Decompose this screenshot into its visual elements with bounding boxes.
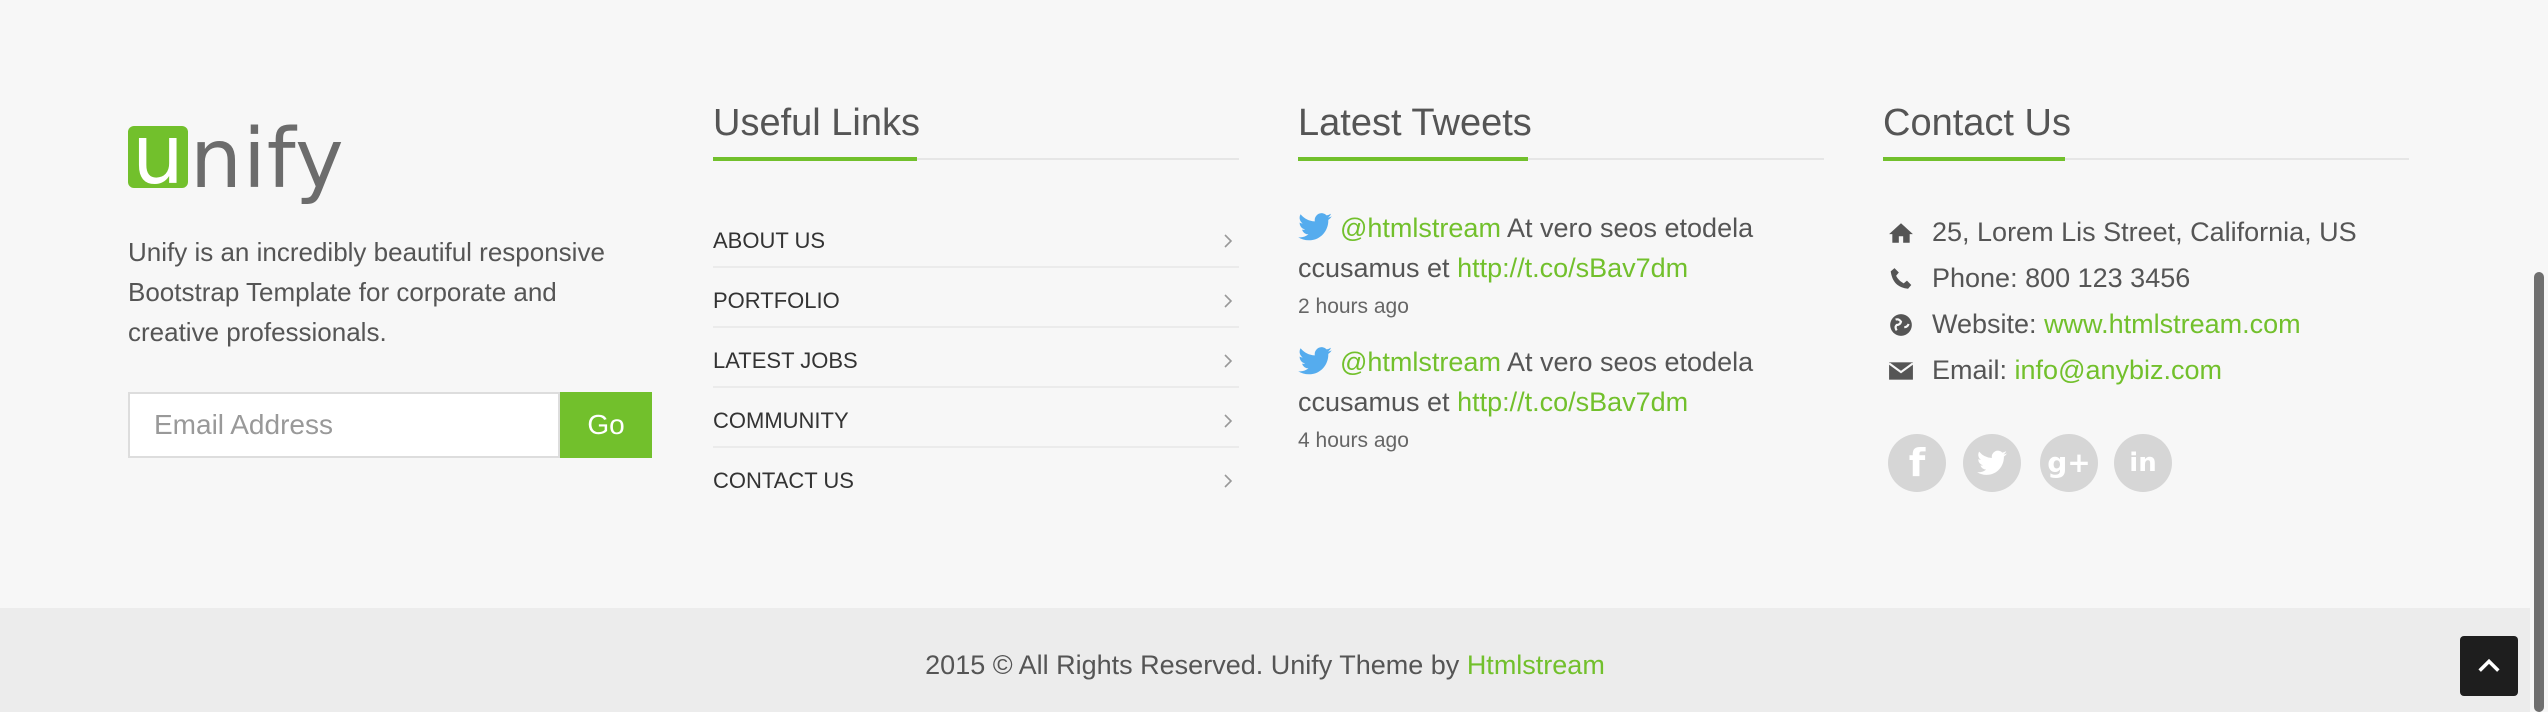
email-label: Email: [1932, 355, 2015, 385]
useful-link-latest-jobs[interactable]: LATEST JOBS [713, 328, 1239, 388]
link-label: CONTACT US [713, 468, 854, 493]
contact-address-text: 25, Lorem Lis Street, California, US [1932, 217, 2357, 247]
contact-email-line: Email: info@anybiz.com [1932, 350, 2222, 390]
latest-tweets-heading: Latest Tweets [1298, 102, 1532, 144]
chevron-up-icon [2478, 658, 2500, 672]
twitter-icon [1298, 347, 1332, 375]
link-label: ABOUT US [713, 228, 826, 253]
facebook-icon: f [1908, 441, 1926, 485]
chevron-right-icon [1224, 294, 1233, 308]
link-label: COMMUNITY [713, 408, 849, 433]
useful-links-heading: Useful Links [713, 102, 920, 144]
chevron-right-icon [1224, 414, 1233, 428]
tweet-url-link[interactable]: http://t.co/sBav7dm [1457, 253, 1688, 283]
link-label: PORTFOLIO [713, 288, 840, 313]
twitter-button[interactable] [1963, 434, 2021, 492]
twitter-icon [1298, 213, 1332, 241]
chevron-right-icon [1224, 354, 1233, 368]
contact-phone-text: Phone: 800 123 3456 [1932, 263, 2191, 293]
useful-link-contact-us[interactable]: CONTACT US [713, 448, 1239, 508]
latest-tweets-accent [1298, 157, 1528, 161]
newsletter-go-button[interactable]: Go [560, 392, 652, 458]
about-text: Unify is an incredibly beautiful respons… [128, 237, 605, 347]
newsletter-email-input[interactable] [128, 392, 560, 458]
globe-icon [1890, 314, 1912, 336]
phone-icon [1890, 268, 1912, 289]
unify-logo[interactable]: u nify [128, 112, 345, 207]
email-link[interactable]: info@anybiz.com [2015, 355, 2223, 385]
linkedin-icon: in [2129, 448, 2157, 478]
chevron-right-icon [1224, 474, 1233, 488]
logo-mark: u [128, 115, 188, 197]
htmlstream-link[interactable]: Htmlstream [1467, 650, 1605, 680]
useful-link-portfolio[interactable]: PORTFOLIO [713, 268, 1239, 328]
tweet-time: 4 hours ago [1298, 429, 1409, 452]
tweet-item: @htmlstream At vero seos etodela ccusamu… [1298, 208, 1778, 288]
back-to-top-button[interactable] [2460, 636, 2518, 696]
website-link[interactable]: www.htmlstream.com [2044, 309, 2301, 339]
copyright: 2015 © All Rights Reserved. Unify Theme … [0, 650, 2530, 681]
tweet-item: @htmlstream At vero seos etodela ccusamu… [1298, 342, 1778, 422]
home-icon [1889, 223, 1913, 243]
tweet-url-link[interactable]: http://t.co/sBav7dm [1457, 387, 1688, 417]
chevron-right-icon [1224, 234, 1233, 248]
copyright-text: 2015 © All Rights Reserved. Unify Theme … [925, 650, 1467, 680]
link-label: LATEST JOBS [713, 348, 858, 373]
useful-links-accent [713, 157, 917, 161]
logo-wordmark: nify [190, 112, 345, 207]
website-label: Website: [1932, 309, 2045, 339]
twitter-icon [1977, 450, 2007, 475]
facebook-button[interactable]: f [1888, 434, 1946, 492]
tweet-handle-link[interactable]: @htmlstream [1340, 213, 1501, 243]
useful-link-community[interactable]: COMMUNITY [713, 388, 1239, 448]
footer: u nify Unify is an incredibly beautiful … [0, 0, 2530, 608]
envelope-icon [1888, 362, 1914, 380]
google-plus-button[interactable]: g+ [2040, 434, 2098, 492]
scrollbar-thumb[interactable] [2534, 272, 2544, 712]
contact-website-line: Website: www.htmlstream.com [1932, 304, 2301, 344]
contact-us-heading: Contact Us [1883, 102, 2071, 144]
google-plus-icon: g+ [2047, 446, 2091, 479]
tweet-handle-link[interactable]: @htmlstream [1340, 347, 1501, 377]
linkedin-button[interactable]: in [2114, 434, 2172, 492]
useful-link-about-us[interactable]: ABOUT US [713, 208, 1239, 268]
tweet-time: 2 hours ago [1298, 295, 1409, 318]
contact-us-accent [1883, 157, 2065, 161]
